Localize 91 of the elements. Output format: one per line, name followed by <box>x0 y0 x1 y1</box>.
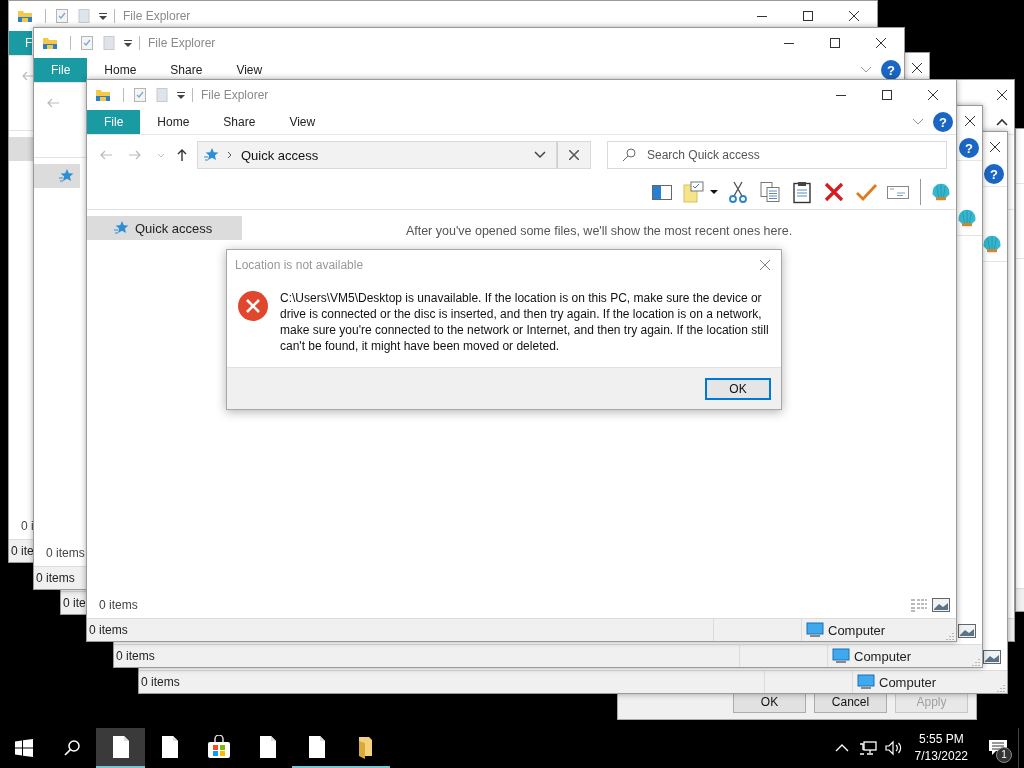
clipboard-icon[interactable] <box>790 180 814 204</box>
document-icon <box>257 735 278 759</box>
help-button[interactable]: ? <box>959 138 979 158</box>
checklist-icon[interactable] <box>132 87 148 103</box>
zone-label: Computer <box>828 622 886 638</box>
close-icon[interactable] <box>990 142 1000 152</box>
error-icon <box>237 290 269 322</box>
status-text: 0 items <box>116 649 155 663</box>
help-button[interactable]: ? <box>984 164 1004 184</box>
status-text: 0 items <box>89 623 128 637</box>
status-text: 0 ite <box>11 544 34 558</box>
sidebar-item[interactable] <box>34 164 80 188</box>
item-count: 0 i <box>21 519 34 533</box>
ok-button[interactable]: OK <box>705 377 771 400</box>
search-icon <box>63 739 81 757</box>
checklist-icon[interactable] <box>54 8 70 24</box>
folder-icon[interactable] <box>17 8 33 24</box>
monitor-icon <box>857 674 875 690</box>
maximize-icon[interactable] <box>882 90 892 100</box>
ribbon-tab[interactable]: Share <box>153 58 220 82</box>
address-bar[interactable]: Quick access <box>197 141 557 169</box>
close-icon[interactable] <box>849 11 859 21</box>
folder-icon[interactable] <box>95 87 111 103</box>
speaker-icon[interactable] <box>884 740 903 756</box>
help-button[interactable]: ? <box>933 112 953 132</box>
network-icon[interactable] <box>858 740 877 756</box>
shopping-bag-icon <box>206 735 231 759</box>
delete-icon[interactable] <box>822 180 846 204</box>
item-count: 0 items <box>99 598 138 612</box>
address-text: Quick access <box>241 147 319 163</box>
back-arrow-icon[interactable] <box>21 69 35 83</box>
star-icon <box>203 147 219 163</box>
copy-icon[interactable] <box>758 180 782 204</box>
monitor-icon <box>806 622 824 638</box>
window-title: File Explorer <box>201 88 269 102</box>
dialog-title: Location is not available <box>235 258 364 272</box>
zone-label: Computer <box>879 674 937 690</box>
clock-date[interactable]: 7/13/2022 <box>914 748 968 765</box>
status-text: 0 items <box>36 571 75 585</box>
taskbar-app[interactable] <box>96 728 145 768</box>
sidebar-label: Quick access <box>135 220 213 236</box>
checklist-icon[interactable] <box>79 35 95 51</box>
document-icon <box>159 735 180 759</box>
ribbon-tab[interactable]: Home <box>87 58 154 82</box>
help-button[interactable]: ? <box>881 60 901 80</box>
up-arrow-icon[interactable] <box>175 148 189 162</box>
dropdown-icon[interactable] <box>176 90 186 100</box>
clock-time[interactable]: 5:55 PM <box>918 731 964 748</box>
status-text: 0 items <box>141 675 180 689</box>
ribbon-tab[interactable]: View <box>219 58 280 82</box>
document-icon <box>110 735 131 759</box>
ribbon-tab[interactable]: Share <box>206 110 273 134</box>
empty-message: After you've opened some files, we'll show the most recent ones here. <box>405 224 793 238</box>
image-view-icon[interactable] <box>983 650 1001 664</box>
clear-button[interactable] <box>557 141 591 169</box>
monitor-icon <box>832 648 850 664</box>
close-icon[interactable] <box>997 90 1007 100</box>
sidebar-item[interactable]: Quick access <box>87 216 242 240</box>
ribbon-tab[interactable]: Home <box>140 110 207 134</box>
window-title: File Explorer <box>148 36 216 50</box>
item-count: 0 items <box>46 546 85 560</box>
document-icon <box>306 735 327 759</box>
notification-badge: 1 <box>996 747 1012 763</box>
image-view-icon[interactable] <box>932 598 950 612</box>
dropdown-icon[interactable] <box>123 38 133 48</box>
close-icon[interactable] <box>965 116 975 126</box>
close-icon[interactable] <box>928 90 938 100</box>
search-icon <box>621 147 637 163</box>
close-icon[interactable] <box>876 38 886 48</box>
chevron-right-icon <box>225 151 233 159</box>
status-text: 0 ite <box>63 596 86 610</box>
close-icon[interactable] <box>912 63 922 73</box>
dropdown-icon[interactable] <box>98 11 108 21</box>
search-field[interactable]: Search Quick access <box>607 141 947 169</box>
resize-grip-icon[interactable] <box>971 657 981 667</box>
image-view-icon[interactable] <box>958 624 976 638</box>
close-icon <box>569 150 579 160</box>
folder-icon[interactable] <box>42 35 58 51</box>
error-message: C:\Users\VM5\Desktop is unavailable. If the location is on this PC, make sure the device or drive is connected or the disc is inserted, and then try again. If the location is on a network, make sure you're connected to the network or Internet, and then try again. If the location still can't be found, it might have been moved or deleted. <box>280 290 769 354</box>
maximize-icon[interactable] <box>830 38 840 48</box>
scissors-icon[interactable] <box>726 180 750 204</box>
windows-logo-icon <box>15 739 33 757</box>
zone-label: Computer <box>854 648 912 664</box>
resize-grip-icon[interactable] <box>945 631 955 641</box>
caret-icon[interactable] <box>710 188 718 196</box>
ribbon-tab[interactable]: View <box>272 110 333 134</box>
chevron-up-icon[interactable] <box>996 118 1008 126</box>
window-title: File Explorer <box>123 9 191 23</box>
chevron-down-icon[interactable] <box>534 151 546 159</box>
maximize-icon[interactable] <box>803 11 813 21</box>
resize-grip-icon[interactable] <box>996 683 1006 693</box>
